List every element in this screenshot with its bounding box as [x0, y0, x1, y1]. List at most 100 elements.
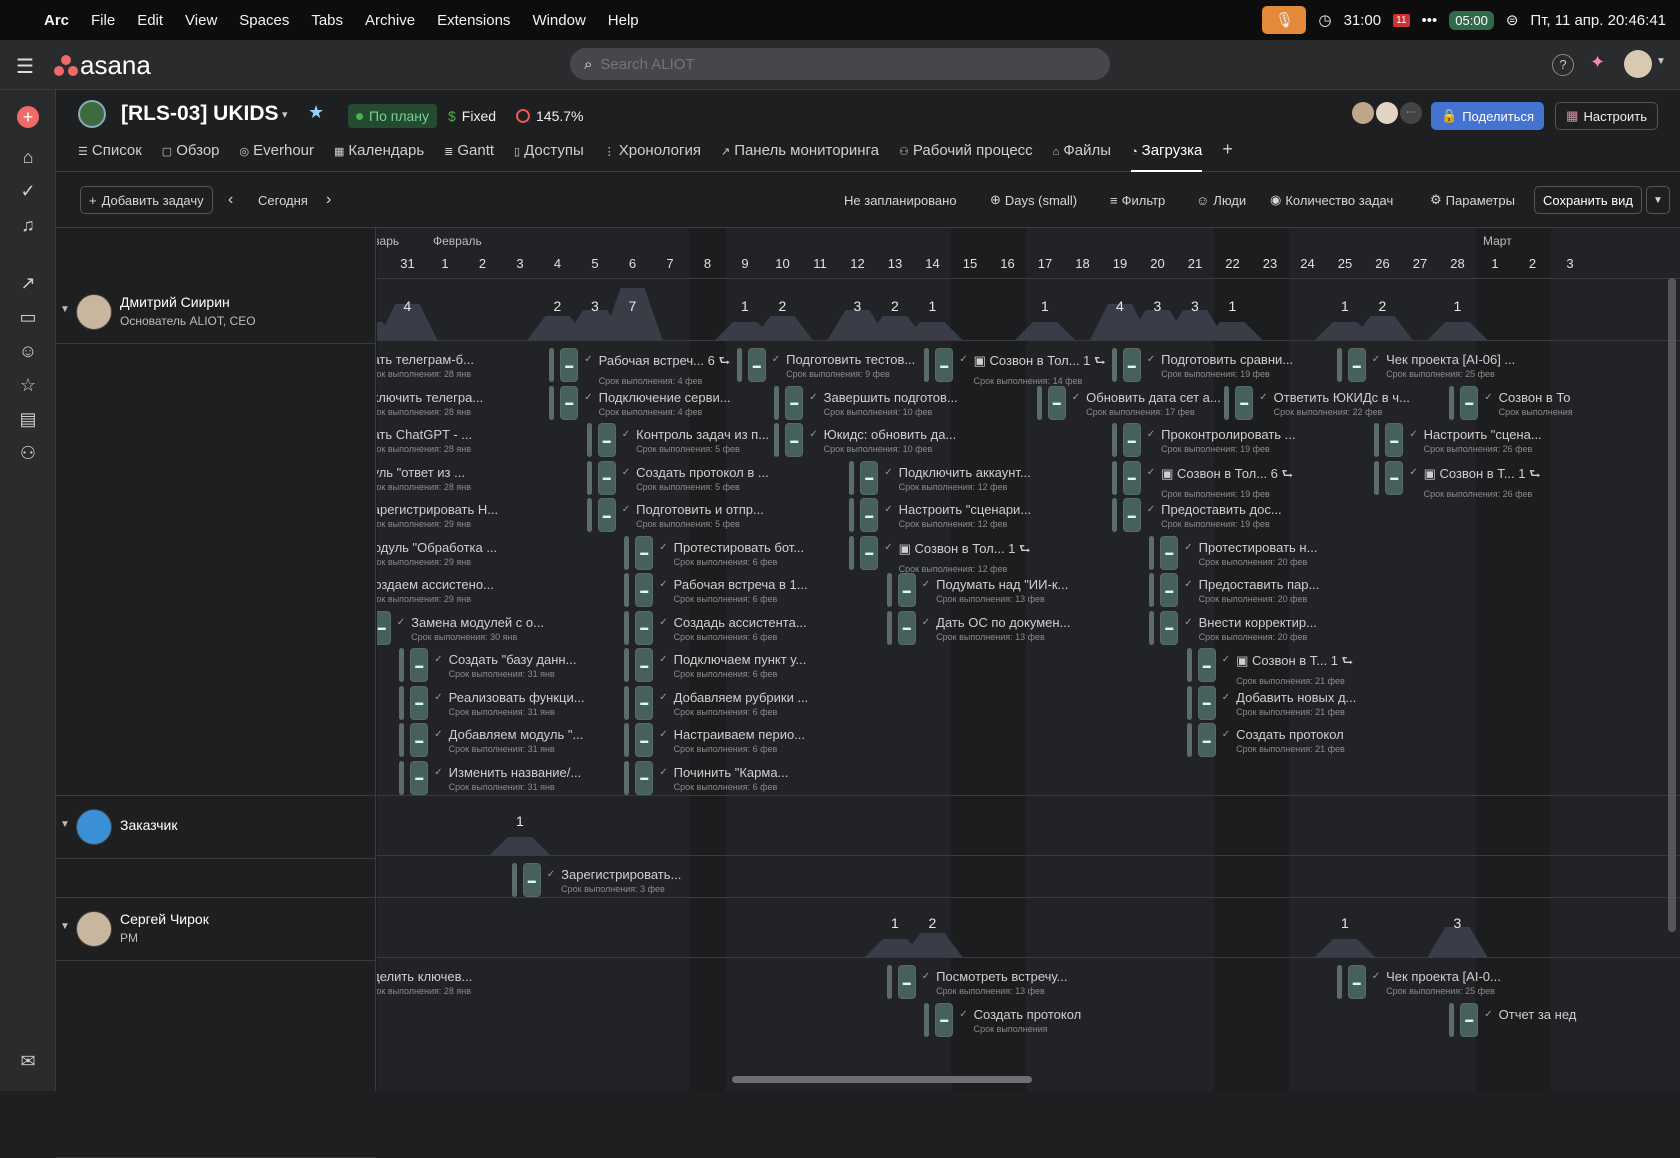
check-icon[interactable]: ✓	[809, 423, 817, 440]
star-icon[interactable]: ★	[308, 102, 324, 123]
task-card[interactable]: ▬ ✓ Внести корректир... Срок выполнения:…	[1149, 610, 1317, 645]
user-icon[interactable]: ☺	[17, 340, 39, 362]
menu-help[interactable]: Help	[608, 12, 639, 29]
check-icon[interactable]: ✓	[659, 611, 667, 628]
check-icon[interactable]: ✓	[809, 386, 817, 403]
task-card[interactable]: ▬ ✓ Посмотреть встречу... Срок выполнени…	[886, 965, 1067, 999]
check-icon[interactable]: ✓	[397, 611, 405, 628]
menu-extensions[interactable]: Extensions	[437, 12, 510, 29]
task-card[interactable]: ▬ ✓ Создать "базу данн... Срок выполнени…	[399, 648, 576, 682]
chevron-down-icon[interactable]: ▾	[282, 108, 288, 121]
tab-3[interactable]: ▦ Календарь	[334, 142, 424, 172]
configure-button[interactable]: ▦ Настроить	[1555, 102, 1658, 130]
tab-2[interactable]: ◎ Everhour	[240, 142, 314, 172]
tab-5[interactable]: ▯ Доступы	[514, 142, 584, 172]
task-card[interactable]: ▬ ✓ Предоставить пар... Срок выполнения:…	[1149, 573, 1319, 607]
check-icon[interactable]: ✓	[659, 573, 667, 590]
task-card[interactable]: ▬ ✓ Создадь ассистента... Срок выполнени…	[624, 610, 807, 645]
check-icon[interactable]: ✓	[922, 611, 930, 628]
tab-9[interactable]: ⌂ Файлы	[1053, 142, 1111, 172]
task-card[interactable]: ▬ ✓ Создать протокол Срок выполнения: 21…	[1186, 723, 1345, 757]
chevron-down-icon[interactable]: ▼	[60, 819, 70, 830]
tab-6[interactable]: ⋮ Хронология	[604, 142, 701, 172]
task-card[interactable]: ▬ ✓ ▣ Созвон в Тол... 1 ⮑ Срок выполнени…	[849, 535, 1031, 574]
person-row[interactable]: ▼ Заказчик	[56, 795, 376, 859]
tab-8[interactable]: ⚇ Рабочий процесс	[899, 142, 1033, 172]
check-icon[interactable]: ✓	[884, 498, 892, 515]
task-card[interactable]: ▬ ✓ Изменить название/... Срок выполнени…	[399, 760, 581, 795]
check-icon[interactable]: ✓	[959, 1003, 967, 1020]
task-card[interactable]: ▬ ✓ Настроить "сцена... Срок выполнения:…	[1374, 423, 1542, 457]
check-icon[interactable]: ✓	[1409, 423, 1417, 440]
search-input[interactable]	[600, 55, 1001, 73]
plus-icon[interactable]: +	[17, 106, 39, 128]
person-row[interactable]: ▼ Сергей Чирок PM	[56, 897, 376, 961]
task-card[interactable]: ▬ ✓ Реализовать функци... Срок выполнени…	[399, 685, 585, 720]
check-icon[interactable]: ✓	[884, 461, 892, 478]
task-card[interactable]: ▬ ✓ Рабочая встреча в 1... Срок выполнен…	[624, 573, 808, 607]
task-card[interactable]: ▬ ✓ Подготовить тестов... Срок выполнени…	[736, 348, 915, 382]
check-icon[interactable]: ✓	[1222, 648, 1230, 665]
check-icon[interactable]: ✓	[434, 686, 442, 703]
check-icon[interactable]: ✓	[1072, 386, 1080, 403]
check-icon[interactable]: ✓	[434, 648, 442, 665]
green-timer[interactable]: 05:00	[1449, 10, 1494, 30]
folder-icon[interactable]: ▭	[17, 306, 39, 328]
add-task-button[interactable]: + Добавить задачу	[80, 186, 213, 214]
task-card[interactable]: ✓ дать ChatGPT - ... Срок выполнения: 28…	[377, 423, 472, 457]
task-card[interactable]: ▬ ✓ Чек проекта [AI-0... Срок выполнения…	[1336, 965, 1501, 999]
check-icon[interactable]: ✓	[584, 348, 592, 365]
share-button[interactable]: 🔒 Поделиться	[1431, 102, 1544, 130]
task-card[interactable]: ▬ ✓ Настраиваем перио... Срок выполнения…	[624, 723, 805, 757]
task-card[interactable]: ✓ дключить телегра... Срок выполнения: 2…	[377, 386, 483, 420]
check-icon[interactable]: ✓	[434, 723, 442, 740]
days-button[interactable]: ⊕ Days (small)	[990, 186, 1077, 214]
tab-1[interactable]: ▢ Обзор	[162, 142, 220, 172]
task-card[interactable]: ▬ ✓ Рабочая встреч... 6 ⮑ Срок выполнени…	[549, 348, 730, 386]
check-icon[interactable]: ✓	[1147, 498, 1155, 515]
prev-arrow-icon[interactable]: ‹	[228, 186, 233, 214]
task-card[interactable]: ▬ ✓ Чек проекта [AI-06] ... Срок выполне…	[1336, 348, 1515, 382]
filter-button[interactable]: ≡ Фильтр	[1110, 186, 1165, 214]
menu-spaces[interactable]: Spaces	[239, 12, 289, 29]
unscheduled-button[interactable]: Не запланировано	[844, 186, 957, 214]
check-icon[interactable]: ✓	[1184, 611, 1192, 628]
check-icon[interactable]: ✓	[1147, 461, 1155, 478]
status-badge[interactable]: По плану	[348, 104, 438, 128]
menu-window[interactable]: Window	[532, 12, 585, 29]
tab-10[interactable]: ◔ Загрузка	[1131, 142, 1203, 172]
check-icon[interactable]: ✓	[772, 348, 780, 365]
task-card[interactable]: ▬ ✓ Добавить новых д... Срок выполнения:…	[1186, 685, 1356, 720]
mail-icon[interactable]: ✉	[17, 1050, 39, 1072]
check-icon[interactable]: ✓	[1484, 1003, 1492, 1020]
task-card[interactable]: ▬ ✓ Подготовить сравни... Срок выполнени…	[1111, 348, 1293, 382]
task-card[interactable]: ▬ ✓ Завершить подготов... Срок выполнени…	[774, 385, 958, 420]
check-icon[interactable]: ✓	[622, 461, 630, 478]
task-card[interactable]: ▬ ✓ Создать протокол Срок выполнения	[924, 1002, 1081, 1037]
people-button[interactable]: ☺ Люди	[1196, 186, 1246, 214]
chevron-down-icon[interactable]: ▼	[1646, 186, 1670, 214]
clipboard-icon[interactable]: ▤	[17, 408, 39, 430]
check-icon[interactable]: ✓	[659, 536, 667, 553]
check-icon[interactable]: ✓	[922, 965, 930, 982]
vertical-scrollbar[interactable]	[1668, 278, 1676, 932]
tab-7[interactable]: ↗ Панель мониторинга	[721, 142, 879, 172]
task-card[interactable]: ▬ ✓ Подумать над "ИИ-к... Срок выполнени…	[886, 573, 1068, 607]
check-icon[interactable]: ✓	[622, 423, 630, 440]
star-icon[interactable]: ☆	[17, 374, 39, 396]
chevron-down-icon[interactable]: ▼	[60, 921, 70, 932]
check-icon[interactable]: ✓	[1372, 965, 1380, 982]
chevron-down-icon[interactable]: ▼	[1656, 56, 1666, 67]
check-icon[interactable]: ✓	[1372, 348, 1380, 365]
task-card[interactable]: ▬ ✓ ▣ Созвон в Т... 1 ⮑ Срок выполнения:…	[1374, 460, 1541, 499]
task-card[interactable]: ▬ ✓ Подготовить и отпр... Срок выполнени…	[586, 498, 764, 532]
check-icon[interactable]: ✓	[1184, 536, 1192, 553]
check-icon[interactable]: ✓	[584, 386, 592, 403]
check-icon[interactable]: ✓	[659, 723, 667, 740]
task-card[interactable]: ▬ ✓ ▣ Созвон в Тол... 1 ⮑ Срок выполнени…	[924, 348, 1106, 386]
members-avatars[interactable]: ⋯	[1352, 102, 1422, 124]
check-icon[interactable]: ✓	[1147, 423, 1155, 440]
bell-icon[interactable]: ♫	[17, 214, 39, 236]
task-card[interactable]: ▬ ✓ Настроить "сценари... Срок выполнени…	[849, 498, 1031, 532]
help-button[interactable]: ?	[1552, 54, 1574, 76]
